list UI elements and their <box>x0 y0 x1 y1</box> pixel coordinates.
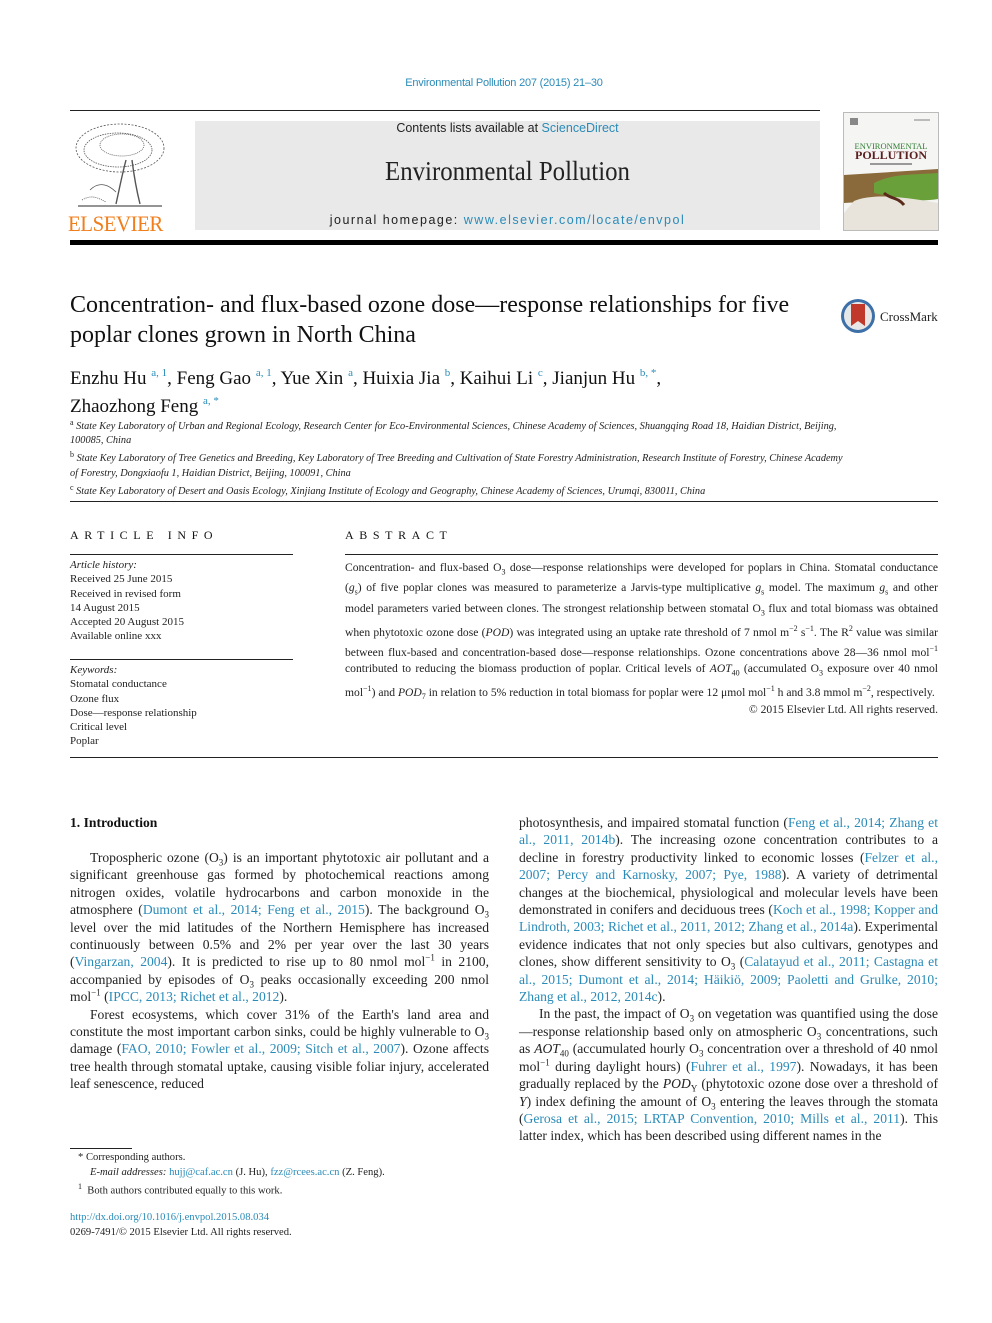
history-item: Accepted 20 August 2015 <box>70 616 184 629</box>
author-name[interactable]: Zhaozhong Feng <box>70 396 198 417</box>
header-rule <box>70 110 820 111</box>
citation-link[interactable]: FAO, 2010; Fowler et al., 2009; Sitch et… <box>121 1041 400 1056</box>
citation-link[interactable]: Fuhrer et al., 1997 <box>691 1059 797 1074</box>
keyword-item: Critical level <box>70 721 128 734</box>
article-history: Article history: Received 25 June 2015 Re… <box>70 558 293 644</box>
abstract-text: Concentration- and flux-based O3 dose—re… <box>345 561 939 702</box>
keyword-item: Stomatal conductance <box>70 678 167 691</box>
abstract-copyright: © 2015 Elsevier Ltd. All rights reserved… <box>748 703 938 716</box>
header-thick-rule <box>70 240 938 245</box>
crossmark-label: CrossMark <box>880 309 938 324</box>
divider-rule <box>70 554 293 555</box>
author-list: Enzhu Hu a, 1, Feng Gao a, 1, Yue Xin a,… <box>70 367 662 417</box>
contents-line: Contents lists available at ScienceDirec… <box>195 121 820 135</box>
homepage-prefix: journal homepage: <box>329 213 464 227</box>
journal-homepage-line: journal homepage: www.elsevier.com/locat… <box>195 213 820 227</box>
author-name[interactable]: Huixia Jia <box>362 368 440 389</box>
affiliations: a State Key Laboratory of Urban and Regi… <box>70 416 850 499</box>
doi-block: http://dx.doi.org/10.1016/j.envpol.2015.… <box>70 1211 292 1240</box>
affiliation: c State Key Laboratory of Desert and Oas… <box>70 482 706 497</box>
keyword-item: Ozone flux <box>70 692 120 705</box>
elsevier-wordmark: ELSEVIER <box>68 211 163 236</box>
history-item: Received in revised form <box>70 587 181 600</box>
email-link[interactable]: hujj@caf.ac.cn <box>169 1167 233 1178</box>
section-heading-introduction: 1. Introduction <box>70 815 158 830</box>
author-affiliation-marker[interactable]: b, * <box>640 367 657 379</box>
citation-link[interactable]: Vingarzan, 2004 <box>75 954 168 969</box>
author-affiliation-marker[interactable]: a, 1 <box>151 367 167 379</box>
issn-line: 0269-7491/© 2015 Elsevier Ltd. All right… <box>70 1226 292 1238</box>
author-name[interactable]: Kaihui Li <box>460 368 533 389</box>
journal-homepage-link[interactable]: www.elsevier.com/locate/envpol <box>464 213 685 227</box>
abstract-heading: ABSTRACT <box>345 528 453 542</box>
footnote-equal-contribution: 1 Both authors contributed equally to th… <box>78 1182 283 1197</box>
email-link[interactable]: fzz@rcees.ac.cn <box>270 1167 339 1178</box>
paragraph: Tropospheric ozone (O3) is an important … <box>70 850 490 1005</box>
keyword-item: Dose—response relationship <box>70 706 197 719</box>
author-affiliation-marker[interactable]: a, * <box>203 395 219 407</box>
keywords: Keywords: Stomatal conductance Ozone flux… <box>70 663 293 749</box>
divider-rule <box>70 757 938 758</box>
history-item: Received 25 June 2015 <box>70 573 173 586</box>
article-info-heading: ARTICLE INFO <box>70 528 219 542</box>
contents-prefix: Contents lists available at <box>396 121 542 135</box>
paragraph: Forest ecosystems, which cover 31% of th… <box>70 1006 489 1092</box>
divider-rule <box>70 659 293 660</box>
cover-title-line2: POLLUTION <box>855 148 927 162</box>
author-name[interactable]: Yue Xin <box>281 368 344 389</box>
paragraph: In the past, the impact of O3 on vegetat… <box>519 1006 939 1144</box>
keywords-label: Keywords: <box>70 664 118 676</box>
divider-rule <box>70 501 938 502</box>
footnotes: * Corresponding authors. E-mail addresse… <box>70 1151 490 1200</box>
doi-link[interactable]: http://dx.doi.org/10.1016/j.envpol.2015.… <box>70 1212 269 1223</box>
history-item: Available online xxx <box>70 630 162 643</box>
article-title: Concentration- and flux-based ozone dose… <box>70 292 790 348</box>
journal-cover-thumbnail[interactable]: ENVIRONMENTAL POLLUTION <box>843 112 939 231</box>
citation-link[interactable]: IPCC, 2013; Richet et al., 2012 <box>109 989 280 1004</box>
keyword-item: Poplar <box>70 735 99 748</box>
footnote-corresponding: * Corresponding authors. <box>78 1152 186 1163</box>
history-item: 14 August 2015 <box>70 601 140 614</box>
affiliation: b State Key Laboratory of Tree Genetics … <box>70 450 843 479</box>
citation-link[interactable]: Dumont et al., 2014; Feng et al., 2015 <box>143 902 365 917</box>
footnote-emails: E-mail addresses: hujj@caf.ac.cn (J. Hu)… <box>90 1166 385 1178</box>
author-affiliation-marker[interactable]: a, 1 <box>256 367 272 379</box>
citation-link[interactable]: Gerosa et al., 2015; LRTAP Convention, 2… <box>524 1111 901 1126</box>
body-column-right: photosynthesis, and impaired stomatal fu… <box>519 814 938 1145</box>
author-name[interactable]: Enzhu Hu <box>70 368 147 389</box>
sciencedirect-link[interactable]: ScienceDirect <box>542 121 619 135</box>
paragraph: photosynthesis, and impaired stomatal fu… <box>519 815 938 1005</box>
affiliation: a State Key Laboratory of Urban and Regi… <box>70 418 837 447</box>
body-column-left: Tropospheric ozone (O3) is an important … <box>70 849 489 1093</box>
journal-name: Environmental Pollution <box>385 156 630 186</box>
divider-rule <box>345 554 938 555</box>
author-name[interactable]: Jianjun Hu <box>552 368 635 389</box>
crossmark-button[interactable]: CrossMark <box>840 296 940 336</box>
article-history-label: Article history: <box>70 559 137 571</box>
footnote-rule <box>70 1148 132 1149</box>
author-name[interactable]: Feng Gao <box>177 368 251 389</box>
running-head-link[interactable]: Environmental Pollution 207 (2015) 21–30 <box>0 77 992 89</box>
